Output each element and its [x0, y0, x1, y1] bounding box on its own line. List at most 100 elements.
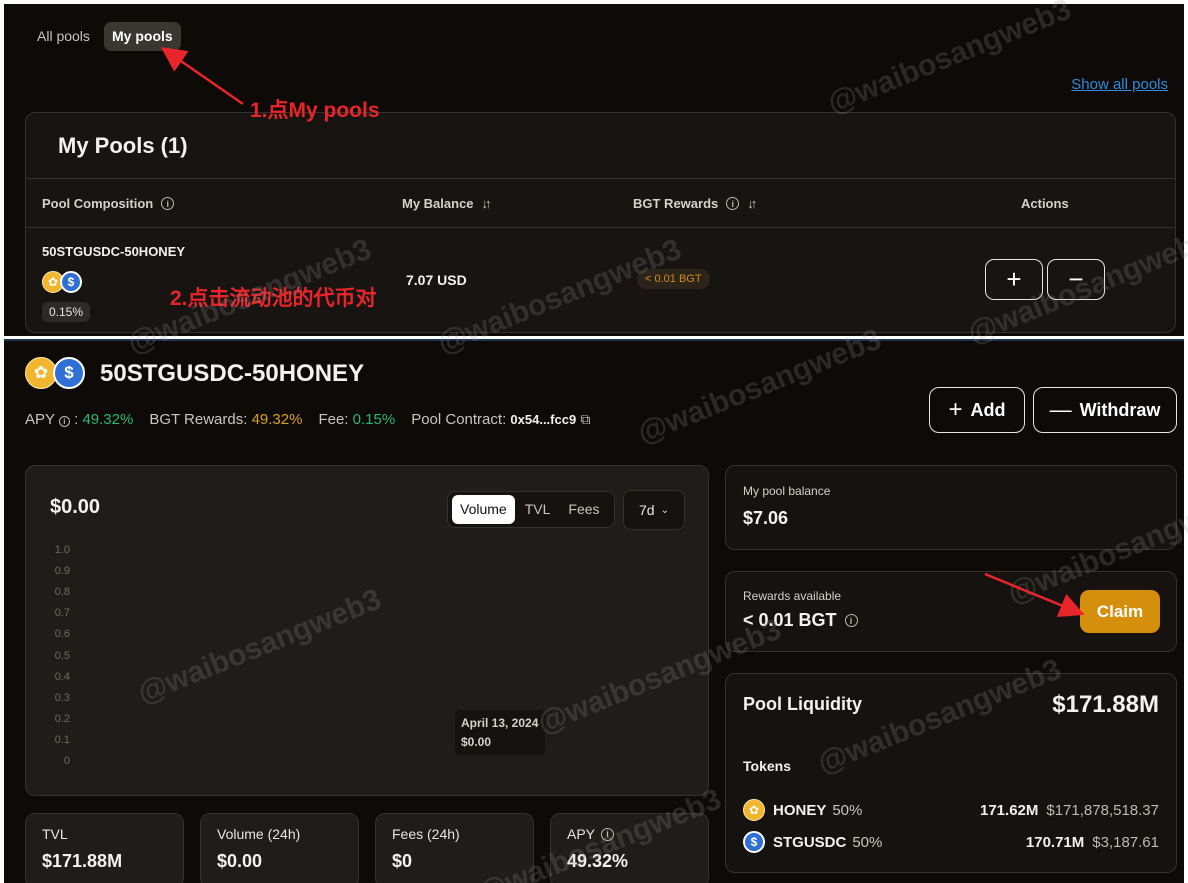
- table-header: Pool Composition i My Balance ↓↑ BGT Rew…: [26, 178, 1175, 228]
- y-tick-label: 0.8: [54, 586, 70, 599]
- token-name: HONEY: [773, 801, 827, 819]
- stat-value: 49.32%: [567, 851, 629, 871]
- y-tick-label: 0.3: [54, 691, 70, 704]
- y-tick-label: 0.9: [54, 565, 70, 578]
- minus-icon: —: [1049, 397, 1072, 422]
- add-liquidity-button[interactable]: +: [985, 259, 1043, 300]
- range-dropdown[interactable]: 7d ⌄: [623, 490, 685, 530]
- stat-label: Fees (24h): [392, 826, 460, 842]
- token-row-honey: ✿ HONEY 50% 171.62M $171,878,518.37: [743, 798, 1159, 822]
- info-icon[interactable]: i: [601, 827, 615, 841]
- apy-stat: APY i : 49.32%: [25, 411, 133, 428]
- pool-stats-line: APY i : 49.32% BGT Rewards: 49.32% Fee: …: [25, 411, 590, 428]
- bgt-label: BGT Rewards:: [149, 411, 248, 428]
- contract-stat: Pool Contract: 0x54...fcc9 ⧉: [411, 411, 590, 428]
- chart-tooltip: April 13, 2024 $0.00: [455, 710, 545, 755]
- my-pools-title: My Pools (1): [58, 133, 188, 158]
- token-usd: $3,187.61: [1092, 833, 1159, 851]
- withdraw-button[interactable]: — Withdraw: [1033, 387, 1177, 433]
- chart-card: $0.00 Volume TVL Fees 7d ⌄ 1.0 0.9 0.8 0.7 0…: [25, 465, 709, 796]
- pool-row-tokens[interactable]: ✿ $: [42, 271, 82, 293]
- pool-row-name[interactable]: 50STGUSDC-50HONEY: [42, 244, 185, 259]
- tab-fees[interactable]: Fees: [560, 495, 607, 524]
- honey-token-icon: ✿: [743, 799, 765, 821]
- col-bgt-rewards[interactable]: BGT Rewards i ↓↑: [633, 196, 757, 211]
- col-my-balance[interactable]: My Balance ↓↑: [402, 196, 492, 211]
- usdc-token-icon: $: [60, 271, 82, 293]
- claim-button[interactable]: Claim: [1080, 590, 1160, 633]
- liquidity-label: Pool Liquidity: [743, 694, 862, 714]
- y-tick-label: 0.4: [54, 670, 70, 683]
- usdc-token-icon: $: [743, 831, 765, 853]
- sort-icon[interactable]: ↓↑: [482, 196, 492, 211]
- apy-label: APY: [25, 411, 55, 428]
- tab-all-pools[interactable]: All pools: [29, 22, 98, 51]
- stat-value: $171.88M: [42, 851, 123, 871]
- chart-value: $0.00: [50, 496, 101, 518]
- fee-label: Fee:: [318, 411, 349, 428]
- tooltip-date: April 13, 2024: [461, 716, 539, 730]
- contract-label: Pool Contract:: [411, 411, 507, 428]
- balance-value: $7.06: [743, 508, 789, 528]
- my-pools-screen: All pools My pools Show all pools My Poo…: [4, 4, 1184, 336]
- rewards-label: Rewards available: [743, 589, 842, 603]
- y-tick-label: 0: [63, 755, 70, 767]
- fee-value: 0.15%: [352, 411, 396, 428]
- info-icon[interactable]: i: [58, 416, 70, 427]
- external-link-icon[interactable]: ⧉: [580, 411, 590, 427]
- add-button[interactable]: + Add: [929, 387, 1025, 433]
- col-actions: Actions: [1021, 196, 1069, 211]
- bgt-value: 49.32%: [251, 411, 303, 428]
- col-label: BGT Rewards: [633, 196, 719, 211]
- pool-row-balance: 7.07 USD: [406, 272, 467, 288]
- usdc-token-icon: $: [53, 357, 85, 389]
- sort-icon[interactable]: ↓↑: [747, 196, 757, 211]
- fee-badge: 0.15%: [42, 302, 91, 322]
- rewards-card: Rewards available < 0.01 BGT i Claim: [725, 571, 1177, 652]
- apy-value: 49.32%: [82, 411, 134, 428]
- token-amount: 171.62M: [980, 801, 1039, 819]
- token-row-stgusdc: $ STGUSDC 50% 170.71M $3,187.61: [743, 830, 1159, 854]
- plus-icon: +: [948, 396, 963, 423]
- token-usd: $171,878,518.37: [1046, 801, 1159, 819]
- plus-icon: +: [1006, 264, 1022, 294]
- stat-label: APY: [567, 826, 596, 842]
- token-pct: 50%: [852, 833, 883, 851]
- liquidity-value: $171.88M: [1052, 691, 1159, 718]
- fee-stat: Fee: 0.15%: [318, 411, 395, 428]
- annotation-step1: 1.点My pools: [250, 99, 380, 122]
- rewards-value-wrap: < 0.01 BGT i: [743, 610, 858, 631]
- stat-tvl: TVL $171.88M: [25, 813, 184, 883]
- range-value: 7d: [639, 502, 655, 518]
- token-pct: 50%: [832, 801, 863, 819]
- y-tick-label: 0.1: [54, 733, 70, 746]
- col-pool-composition: Pool Composition i: [42, 196, 175, 211]
- stat-volume: Volume (24h) $0.00: [200, 813, 359, 883]
- bgt-stat: BGT Rewards: 49.32%: [149, 411, 302, 428]
- contract-address[interactable]: 0x54...fcc9: [510, 412, 576, 427]
- col-label: My Balance: [402, 196, 474, 211]
- tab-my-pools[interactable]: My pools: [104, 22, 181, 51]
- apy-separator: :: [74, 411, 79, 428]
- stat-value: $0: [392, 851, 413, 871]
- my-pool-balance-card: My pool balance $7.06: [725, 465, 1177, 550]
- token-amount: 170.71M: [1025, 833, 1085, 851]
- info-icon[interactable]: i: [161, 197, 175, 210]
- col-label: Pool Composition: [42, 196, 154, 211]
- stat-apy: APY i 49.32%: [550, 813, 709, 883]
- tab-volume[interactable]: Volume: [452, 495, 515, 524]
- remove-liquidity-button[interactable]: −: [1047, 259, 1105, 300]
- minus-icon: −: [1068, 264, 1084, 294]
- info-icon[interactable]: i: [726, 197, 740, 210]
- info-icon[interactable]: i: [844, 614, 858, 627]
- balance-label: My pool balance: [743, 484, 831, 498]
- tab-tvl[interactable]: TVL: [517, 495, 559, 524]
- y-tick-label: 0.5: [54, 649, 70, 662]
- add-label: Add: [970, 399, 1006, 420]
- annotation-step2: 2.点击流动池的代币对: [170, 287, 377, 310]
- stat-label: Volume (24h): [217, 826, 301, 842]
- rewards-value: < 0.01 BGT: [743, 610, 837, 630]
- show-all-pools-link[interactable]: Show all pools: [1071, 76, 1168, 93]
- y-tick-label: 0.2: [54, 712, 70, 725]
- bgt-rewards-badge: < 0.01 BGT: [637, 269, 710, 289]
